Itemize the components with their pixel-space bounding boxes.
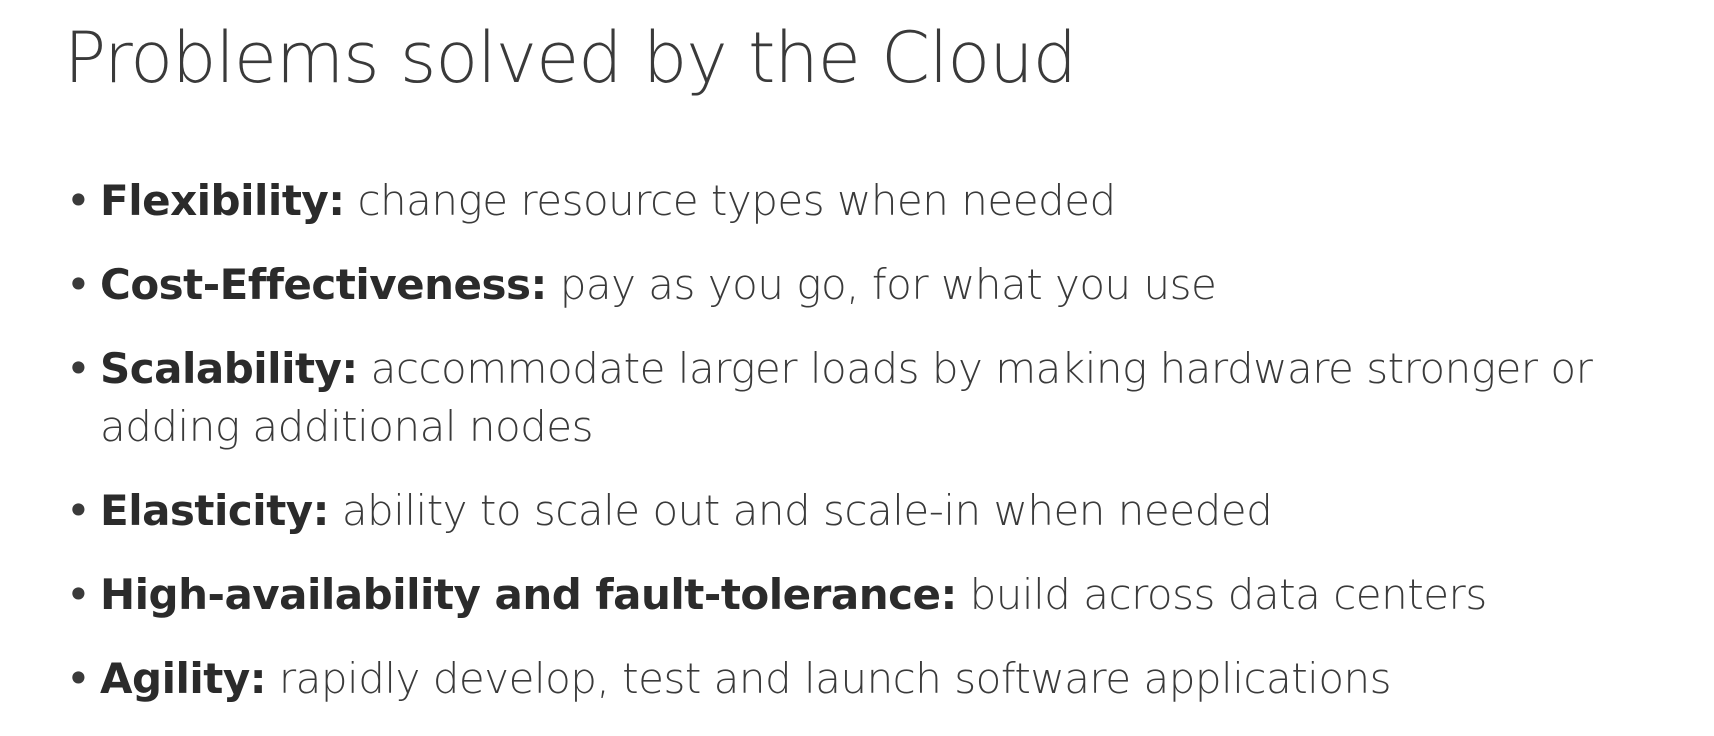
- bullet-item-agility: • Agility: rapidly develop, test and lau…: [64, 650, 1684, 708]
- bullet-description: ability to scale out and scale-in when n…: [341, 486, 1273, 535]
- slide: Problems solved by the Cloud • Flexibili…: [0, 0, 1714, 736]
- bullet-description: rapidly develop, test and launch softwar…: [278, 654, 1392, 703]
- bullet-description: change resource types when needed: [357, 176, 1116, 225]
- bullet-item-cost-effectiveness: • Cost-Effectiveness: pay as you go, for…: [64, 256, 1684, 314]
- bullet-icon: •: [66, 570, 91, 619]
- slide-title: Problems solved by the Cloud: [64, 17, 1077, 99]
- bullet-icon: •: [66, 486, 91, 535]
- bullet-item-elasticity: • Elasticity: ability to scale out and s…: [64, 482, 1684, 540]
- bullet-description: build across data centers: [969, 570, 1488, 619]
- bullet-list: • Flexibility: change resource types whe…: [64, 172, 1684, 734]
- bullet-item-flexibility: • Flexibility: change resource types whe…: [64, 172, 1684, 230]
- bullet-icon: •: [66, 260, 91, 309]
- bullet-term: Cost-Effectiveness:: [100, 260, 547, 309]
- bullet-term: Scalability:: [100, 344, 358, 393]
- bullet-icon: •: [66, 654, 91, 703]
- bullet-description: pay as you go, for what you use: [559, 260, 1217, 309]
- bullet-term: Elasticity:: [100, 486, 329, 535]
- bullet-term: High-availability and fault-tolerance:: [100, 570, 957, 619]
- bullet-icon: •: [66, 344, 91, 393]
- bullet-icon: •: [66, 176, 91, 225]
- bullet-term: Agility:: [100, 654, 267, 703]
- bullet-item-scalability: • Scalability: accommodate larger loads …: [64, 340, 1684, 456]
- bullet-item-high-availability: • High-availability and fault-tolerance:…: [64, 566, 1684, 624]
- bullet-term: Flexibility:: [100, 176, 345, 225]
